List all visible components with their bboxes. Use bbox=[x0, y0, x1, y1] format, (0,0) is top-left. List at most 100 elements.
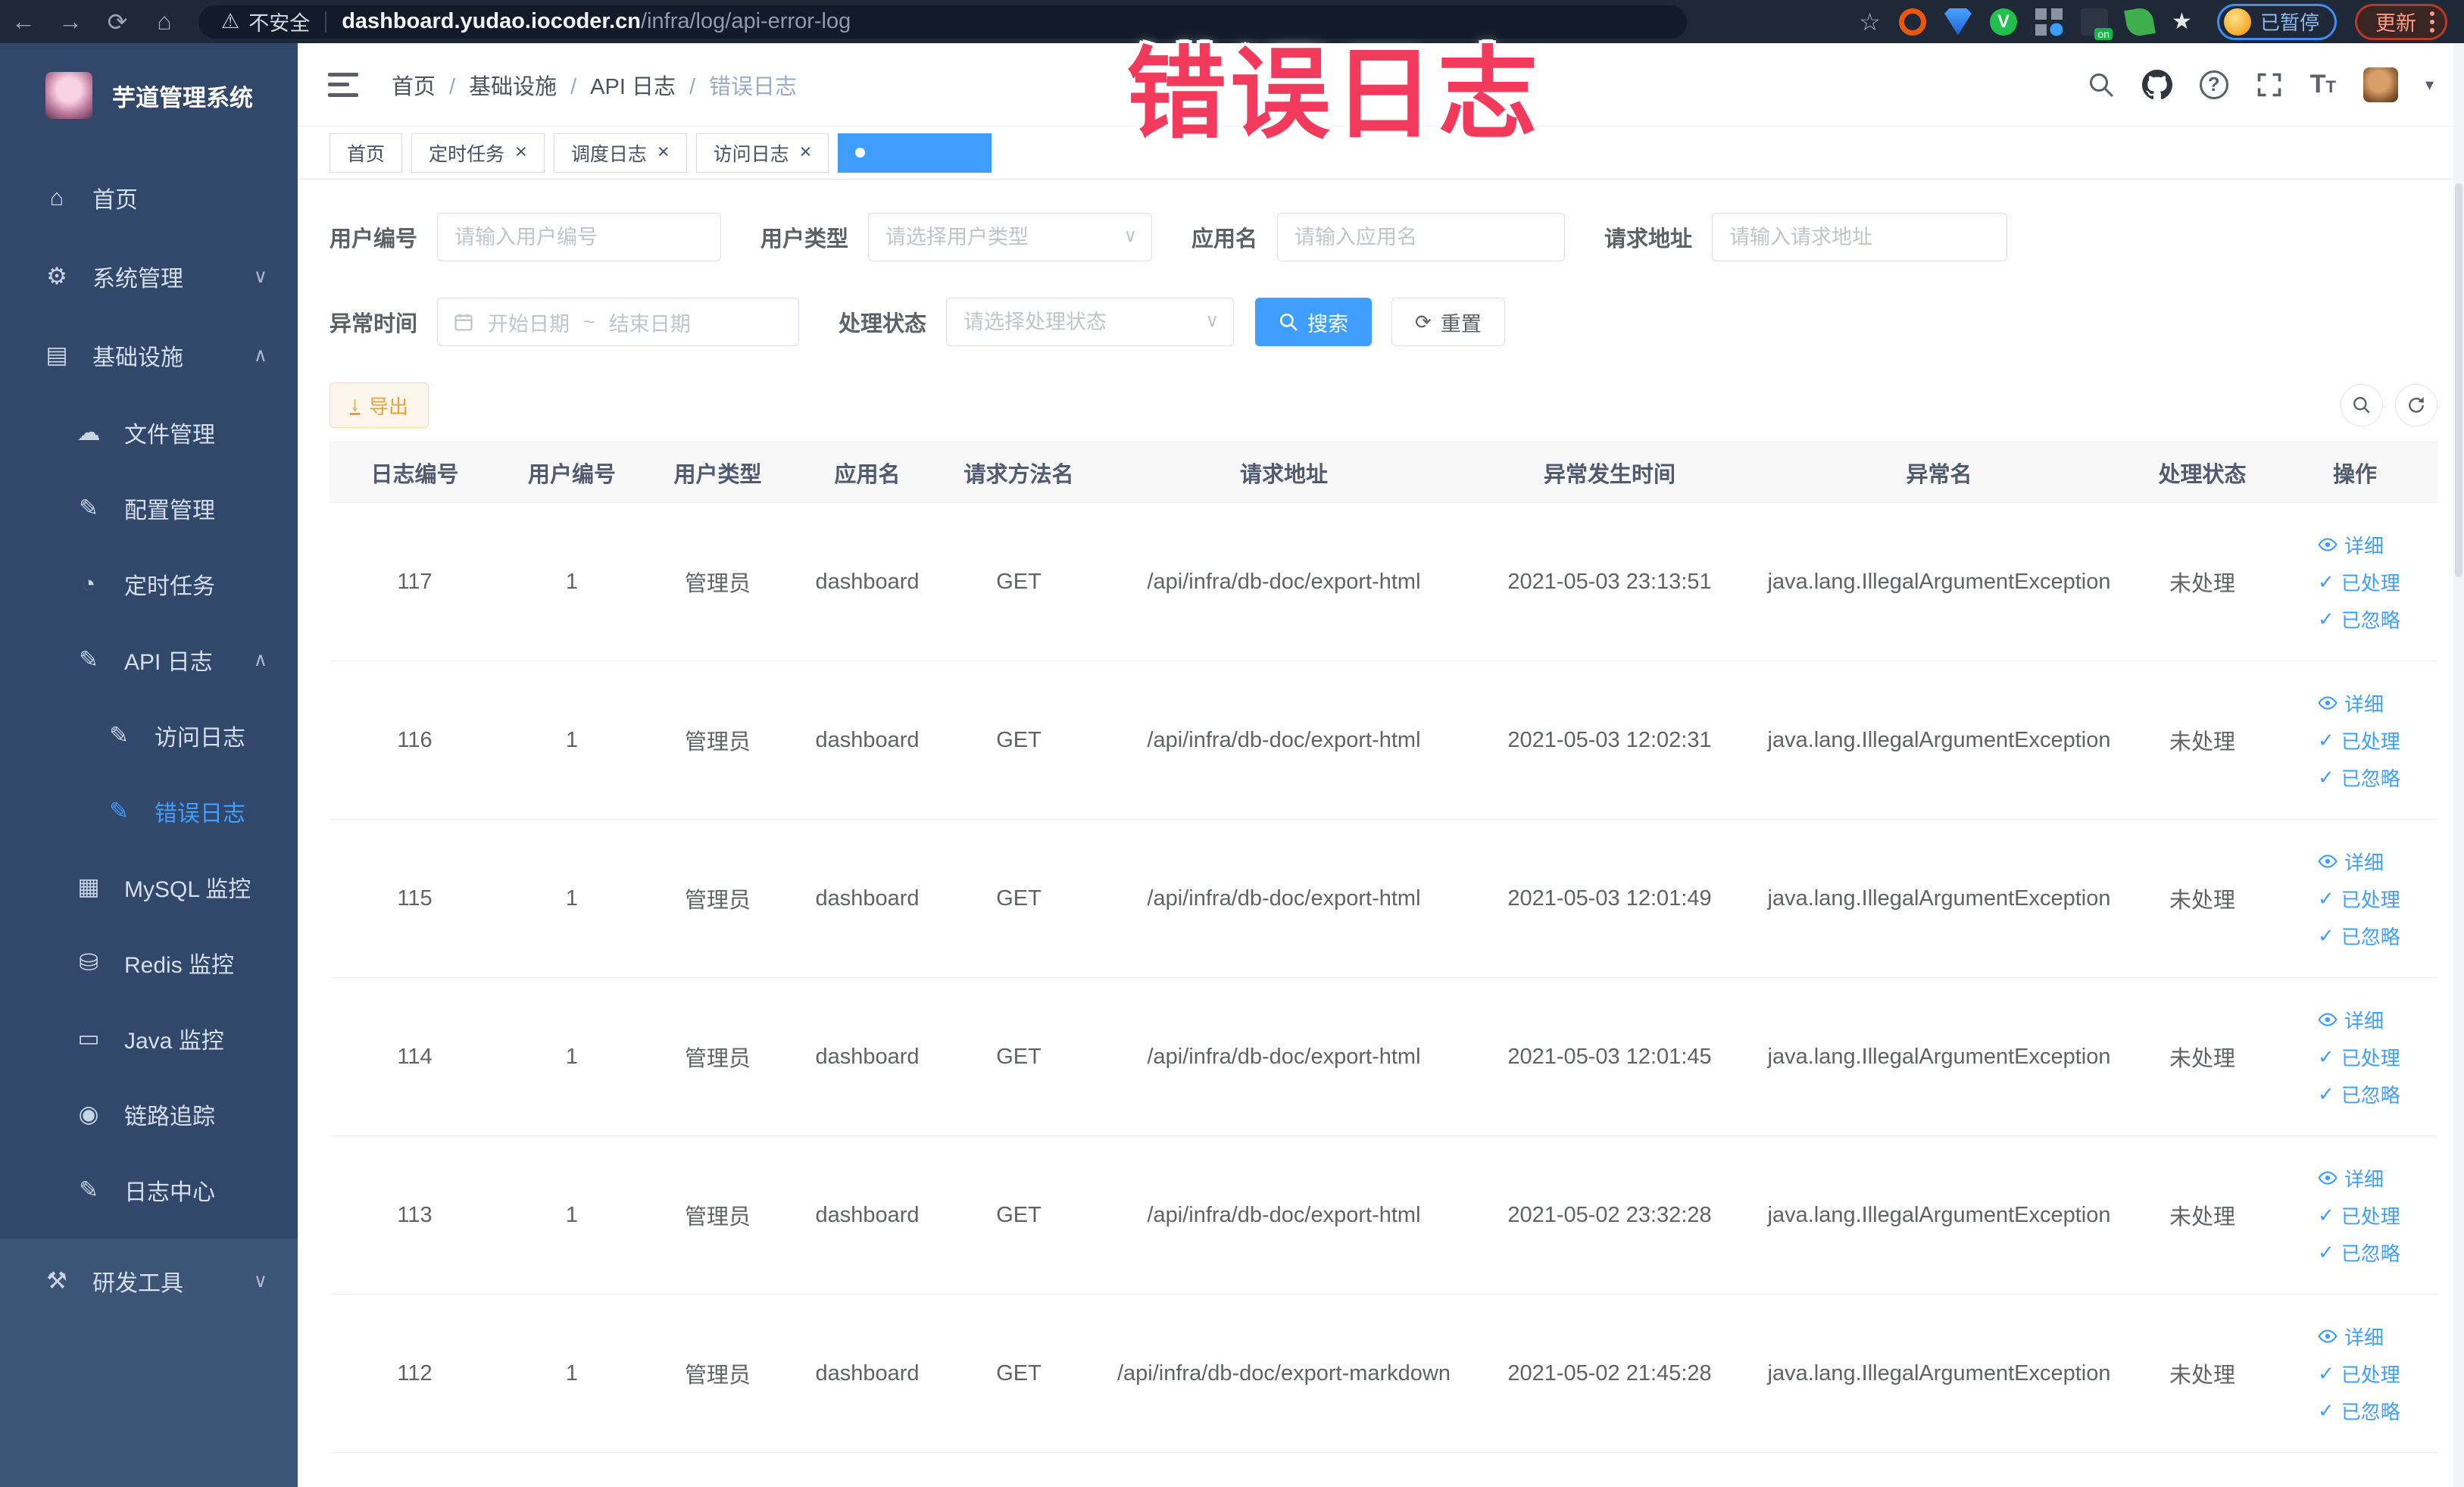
sidebar-item-label: 访问日志 bbox=[155, 726, 245, 751]
tab-home[interactable]: 首页 bbox=[329, 133, 403, 173]
sidebar-item-java-monitor[interactable]: Java 监控 bbox=[0, 1001, 298, 1076]
browser-forward-icon[interactable] bbox=[47, 8, 94, 36]
database-icon bbox=[70, 873, 108, 901]
breadcrumb-infrastructure[interactable]: 基础设施 bbox=[449, 69, 557, 101]
sidebar-item-mysql-monitor[interactable]: MySQL 监控 bbox=[0, 849, 298, 925]
browser-home-icon[interactable] bbox=[141, 8, 188, 36]
tab-scheduled-tasks[interactable]: 定时任务 bbox=[411, 133, 545, 173]
request-url-input[interactable] bbox=[1712, 213, 2008, 261]
detail-link[interactable]: 详细 bbox=[2318, 1323, 2384, 1351]
cell-exception: java.lang.IllegalArgumentException bbox=[1746, 661, 2132, 820]
end-date-placeholder[interactable]: 结束日期 bbox=[609, 308, 691, 337]
eye-icon bbox=[70, 1101, 108, 1128]
user-avatar[interactable] bbox=[2363, 67, 2398, 102]
check-icon bbox=[2318, 1241, 2334, 1264]
help-icon[interactable]: ? bbox=[2199, 70, 2228, 99]
sidebar-item-infrastructure[interactable]: 基础设施 bbox=[0, 316, 298, 395]
mark-ignored-link[interactable]: 已忽略 bbox=[2318, 1397, 2400, 1425]
extension-icon-shield[interactable] bbox=[1944, 8, 1972, 36]
mark-processed-link[interactable]: 已处理 bbox=[2318, 1043, 2400, 1071]
tab-close-icon[interactable] bbox=[657, 142, 670, 164]
sidebar-item-scheduled-tasks[interactable]: 定时任务 bbox=[0, 546, 298, 622]
toggle-search-button[interactable] bbox=[2341, 384, 2383, 426]
sidebar-item-file-mgmt[interactable]: 文件管理 bbox=[0, 395, 298, 470]
menu-kebab-icon[interactable] bbox=[2430, 11, 2434, 33]
mark-ignored-link[interactable]: 已忽略 bbox=[2318, 605, 2400, 633]
mark-ignored-link[interactable]: 已忽略 bbox=[2318, 1239, 2400, 1267]
mark-processed-link[interactable]: 已处理 bbox=[2318, 568, 2400, 596]
mark-ignored-link[interactable]: 已忽略 bbox=[2318, 1080, 2400, 1108]
breadcrumb-home[interactable]: 首页 bbox=[392, 69, 436, 101]
sidebar-item-config-mgmt[interactable]: 配置管理 bbox=[0, 470, 298, 546]
detail-link[interactable]: 详细 bbox=[2318, 531, 2384, 559]
mark-ignored-link[interactable]: 已忽略 bbox=[2318, 922, 2400, 950]
breadcrumb-api-log[interactable]: API 日志 bbox=[570, 69, 676, 101]
tab-access-log[interactable]: 访问日志 bbox=[695, 133, 829, 173]
detail-link[interactable]: 详细 bbox=[2318, 848, 2384, 876]
user-id-input[interactable] bbox=[437, 213, 722, 261]
tab-error-log[interactable]: 错误日志 bbox=[838, 133, 992, 173]
cell-status: 未处理 bbox=[2132, 502, 2272, 661]
sidebar-item-api-log[interactable]: API 日志 bbox=[0, 622, 298, 698]
tab-schedule-log[interactable]: 调度日志 bbox=[553, 133, 687, 173]
extension-icon-vue[interactable]: V bbox=[1989, 8, 2017, 36]
eye-icon bbox=[2318, 538, 2338, 551]
mark-processed-link[interactable]: 已处理 bbox=[2318, 1360, 2400, 1388]
extension-icon-puzzle[interactable] bbox=[2172, 8, 2199, 36]
detail-link[interactable]: 详细 bbox=[2318, 1164, 2384, 1192]
page-scrollbar[interactable] bbox=[2453, 43, 2464, 1487]
user-type-select[interactable] bbox=[868, 213, 1153, 261]
edit-icon bbox=[70, 495, 108, 522]
extension-icon-grid[interactable] bbox=[2035, 8, 2063, 36]
start-date-placeholder[interactable]: 开始日期 bbox=[488, 308, 570, 337]
cell-user-type: 管理员 bbox=[644, 977, 792, 1136]
error-log-table: 日志编号 用户编号 用户类型 应用名 请求方法名 请求地址 异常发生时间 异常名… bbox=[329, 442, 2437, 1453]
sidebar-item-system-mgmt[interactable]: 系统管理 bbox=[0, 237, 298, 316]
extension-icon-orange[interactable] bbox=[1898, 8, 1926, 36]
browser-reload-icon[interactable] bbox=[94, 8, 141, 36]
font-size-icon[interactable]: TT bbox=[2310, 70, 2336, 99]
reset-button[interactable]: 重置 bbox=[1391, 298, 1505, 346]
sidebar-item-error-log[interactable]: 错误日志 bbox=[0, 773, 298, 849]
eye-icon bbox=[2318, 1013, 2338, 1026]
tab-close-icon[interactable] bbox=[515, 142, 527, 164]
security-warning-icon[interactable] bbox=[221, 10, 248, 33]
search-icon[interactable] bbox=[2088, 71, 2115, 98]
sidebar-item-label: MySQL 监控 bbox=[124, 877, 251, 902]
detail-link[interactable]: 详细 bbox=[2318, 1006, 2384, 1034]
detail-link[interactable]: 详细 bbox=[2318, 689, 2384, 717]
browser-profile-chip[interactable]: 已暂停 bbox=[2216, 3, 2337, 40]
cell-user-type: 管理员 bbox=[644, 1136, 792, 1295]
app-logo-row[interactable]: 芋道管理系统 bbox=[0, 43, 298, 127]
extension-icon-switch[interactable] bbox=[2080, 8, 2113, 40]
search-button[interactable]: 搜索 bbox=[1255, 298, 1373, 346]
fullscreen-icon[interactable] bbox=[2256, 71, 2283, 98]
exception-time-range-picker[interactable]: 开始日期 ~ 结束日期 bbox=[437, 298, 800, 346]
tab-close-icon[interactable] bbox=[800, 142, 812, 164]
sidebar-item-trace[interactable]: 链路追踪 bbox=[0, 1076, 298, 1152]
app-name-input[interactable] bbox=[1277, 213, 1566, 261]
refresh-table-button[interactable] bbox=[2395, 384, 2437, 426]
avatar-caret-icon[interactable] bbox=[2425, 75, 2434, 95]
mark-processed-link[interactable]: 已处理 bbox=[2318, 1201, 2400, 1229]
mark-ignored-link[interactable]: 已忽略 bbox=[2318, 764, 2400, 792]
sidebar-item-home[interactable]: 首页 bbox=[0, 158, 298, 237]
github-icon[interactable] bbox=[2141, 69, 2172, 100]
export-button[interactable]: 导出 bbox=[329, 383, 429, 428]
sidebar-item-dev-tools[interactable]: 研发工具 bbox=[0, 1239, 298, 1323]
tab-close-icon[interactable] bbox=[962, 142, 974, 164]
sidebar-item-redis-monitor[interactable]: Redis 监控 bbox=[0, 925, 298, 1001]
browser-back-icon[interactable] bbox=[0, 8, 47, 36]
scrollbar-thumb[interactable] bbox=[2455, 183, 2462, 577]
sidebar-item-log-center[interactable]: 日志中心 bbox=[0, 1152, 298, 1228]
sidebar-item-access-log[interactable]: 访问日志 bbox=[0, 698, 298, 773]
active-dot-icon bbox=[855, 148, 866, 158]
process-status-select[interactable] bbox=[946, 298, 1235, 346]
mark-processed-link[interactable]: 已处理 bbox=[2318, 726, 2400, 754]
mark-processed-link[interactable]: 已处理 bbox=[2318, 885, 2400, 913]
hamburger-icon[interactable] bbox=[328, 72, 358, 97]
check-icon bbox=[2318, 1399, 2334, 1423]
browser-update-button[interactable]: 更新 bbox=[2355, 3, 2447, 40]
extension-icon-sprout[interactable] bbox=[2124, 5, 2156, 38]
bookmark-star-icon[interactable] bbox=[1859, 8, 1881, 36]
